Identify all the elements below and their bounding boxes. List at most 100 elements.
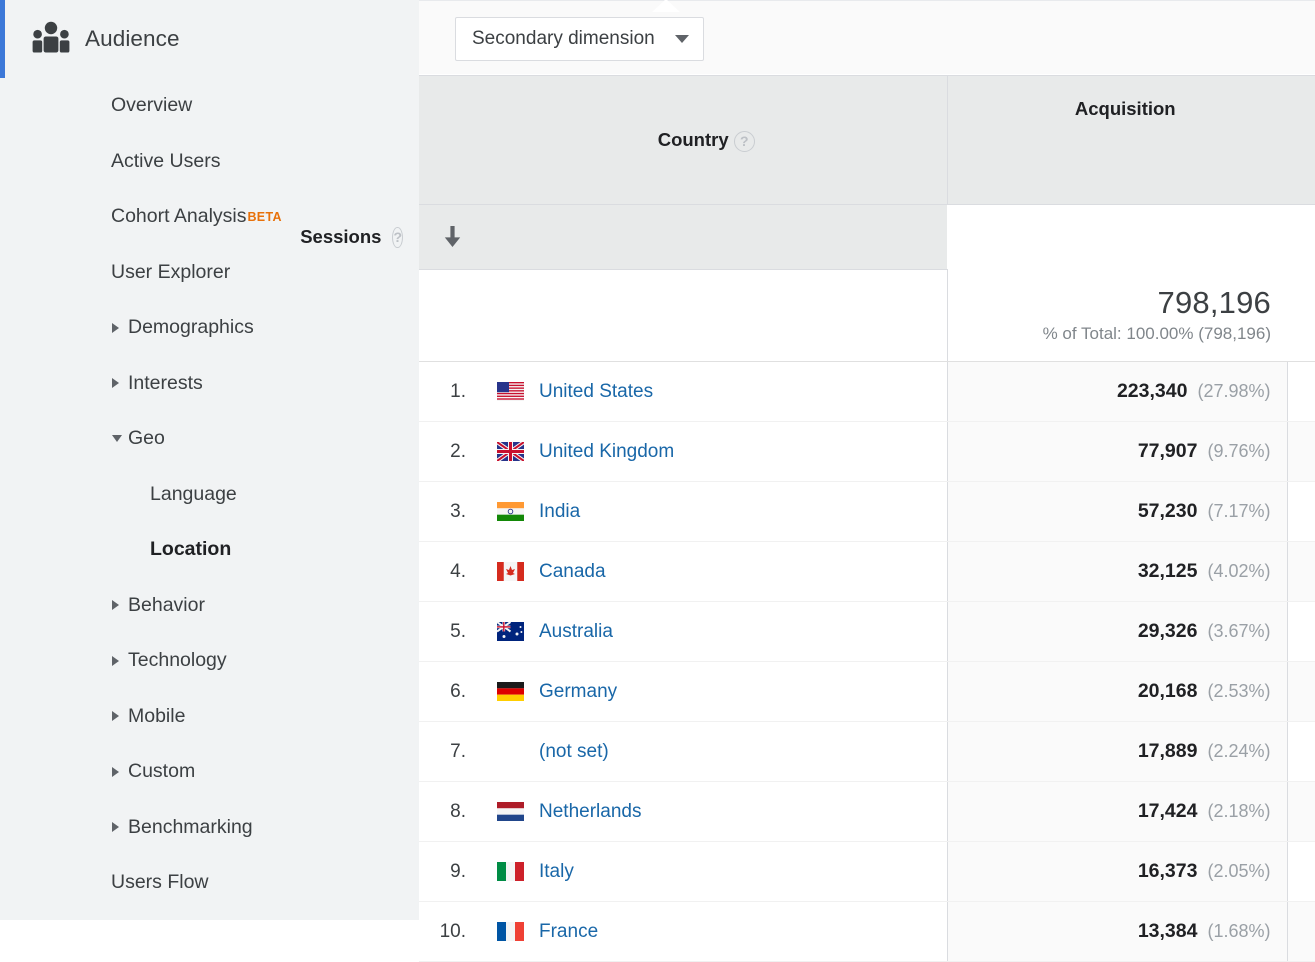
country-help-icon[interactable]: ? [734, 131, 755, 152]
country-link[interactable]: (not set) [539, 741, 609, 763]
country-link[interactable]: Germany [539, 681, 617, 703]
sessions-percent: (2.05%) [1207, 861, 1270, 881]
sessions-cell: 77,907(9.76%) [947, 422, 1287, 482]
sidebar-section-title: Audience [85, 26, 180, 52]
secondary-dimension-label: Secondary dimension [472, 28, 655, 50]
sessions-percent: (3.67%) [1207, 621, 1270, 641]
table-row[interactable]: 2.United Kingdom77,907(9.76%) [419, 422, 1315, 482]
table-totals-row: 798,196 % of Total: 100.00% (798,196) [419, 270, 1315, 362]
country-column-header[interactable]: Country ? [419, 76, 947, 205]
table-row[interactable]: 3. India 57,230(7.17%) [419, 482, 1315, 542]
country-cell: Italy [477, 842, 947, 902]
country-cell: India [477, 482, 947, 542]
overflow-cell [1287, 782, 1315, 842]
table-row[interactable]: 1.United States223,340(27.98%) [419, 362, 1315, 422]
table-row[interactable]: 10.France13,384(1.68%) [419, 902, 1315, 962]
sidebar-item-label: Technology [128, 649, 227, 672]
table-row[interactable]: 4.Canada32,125(4.02%) [419, 542, 1315, 602]
sidebar-item-label: Active Users [111, 150, 220, 173]
active-section-accent-bar [0, 0, 5, 78]
table-body: 798,196 % of Total: 100.00% (798,196) 1.… [419, 270, 1315, 962]
chevron-right-icon[interactable] [112, 711, 119, 721]
flag-us-icon [497, 382, 524, 401]
acquisition-group-header-overflow [1287, 76, 1315, 205]
country-link[interactable]: India [539, 501, 580, 523]
sidebar-item-label: Cohort Analysis [111, 205, 246, 228]
sidebar-item-overview[interactable]: Overview [0, 78, 419, 134]
beta-badge: BETA [247, 210, 281, 224]
sidebar-item-benchmarking[interactable]: Benchmarking [0, 800, 419, 856]
sessions-column-header[interactable]: Sessions ? [419, 205, 477, 270]
sidebar-item-user-explorer[interactable]: User Explorer [0, 245, 419, 301]
sessions-percent: (2.18%) [1207, 801, 1270, 821]
sidebar-item-behavior[interactable]: Behavior [0, 578, 419, 634]
sidebar-item-label: Users Flow [111, 871, 209, 894]
country-link[interactable]: United States [539, 381, 653, 403]
sessions-value: 20,168 [1138, 680, 1198, 702]
sidebar-item-location[interactable]: Location [0, 522, 419, 578]
sort-descending-arrow-icon[interactable] [444, 226, 461, 248]
chevron-right-icon[interactable] [112, 600, 119, 610]
country-link[interactable]: Italy [539, 861, 574, 883]
country-link[interactable]: Australia [539, 621, 613, 643]
sidebar-item-mobile[interactable]: Mobile [0, 689, 419, 745]
sidebar-item-label: User Explorer [111, 261, 230, 284]
flag-nl-icon [497, 802, 524, 821]
country-link[interactable]: Netherlands [539, 801, 641, 823]
overflow-cell [1287, 902, 1315, 962]
sidebar-item-active-users[interactable]: Active Users [0, 134, 419, 190]
sidebar-item-users-flow[interactable]: Users Flow [0, 855, 419, 911]
overflow-cell [1287, 482, 1315, 542]
sidebar-item-technology[interactable]: Technology [0, 633, 419, 689]
table-row[interactable]: 6.Germany20,168(2.53%) [419, 662, 1315, 722]
country-link[interactable]: United Kingdom [539, 441, 674, 463]
sidebar-item-label: Demographics [128, 316, 254, 339]
flag-fr-icon [497, 922, 524, 941]
country-cell: United States [477, 362, 947, 422]
chevron-right-icon[interactable] [112, 656, 119, 666]
country-link[interactable]: Canada [539, 561, 606, 583]
sessions-header-label: Sessions [300, 226, 381, 248]
table-row[interactable]: 9.Italy16,373(2.05%) [419, 842, 1315, 902]
row-index: 4. [419, 542, 477, 602]
sidebar-section-audience[interactable]: Audience [0, 0, 419, 78]
table-header-group-row: Country ? Acquisition [419, 76, 1315, 205]
country-cell: France [477, 902, 947, 962]
table-row[interactable]: 5.Australia29,326(3.67%) [419, 602, 1315, 662]
sidebar-item-language[interactable]: Language [0, 467, 419, 523]
flag-it-icon [497, 862, 524, 881]
row-index: 1. [419, 362, 477, 422]
acquisition-group-header: Acquisition [947, 76, 1287, 205]
chevron-right-icon[interactable] [112, 378, 119, 388]
sidebar-item-geo[interactable]: Geo [0, 411, 419, 467]
sessions-cell: 17,424(2.18%) [947, 782, 1287, 842]
country-cell: Netherlands [477, 782, 947, 842]
chevron-right-icon[interactable] [112, 767, 119, 777]
row-index: 10. [419, 902, 477, 962]
overflow-cell [1287, 542, 1315, 602]
row-index: 3. [419, 482, 477, 542]
country-link[interactable]: France [539, 921, 598, 943]
sessions-help-icon[interactable]: ? [392, 227, 403, 248]
secondary-dimension-button[interactable]: Secondary dimension [455, 17, 704, 61]
sessions-percent: (9.76%) [1207, 441, 1270, 461]
chevron-down-icon[interactable] [112, 435, 122, 442]
analytics-app: Audience Overview Active Users Cohort Anal… [0, 0, 1315, 920]
overflow-cell [1287, 362, 1315, 422]
no-flag-placeholder [497, 742, 524, 761]
sessions-value: 16,373 [1138, 860, 1198, 882]
sidebar-item-demographics[interactable]: Demographics [0, 300, 419, 356]
sessions-cell: 57,230(7.17%) [947, 482, 1287, 542]
sidebar-item-custom[interactable]: Custom [0, 744, 419, 800]
flag-au-icon [497, 622, 524, 641]
table-row[interactable]: 8.Netherlands17,424(2.18%) [419, 782, 1315, 842]
sidebar-menu-list: Overview Active Users Cohort AnalysisBETA U… [0, 78, 419, 911]
table-row[interactable]: 7.(not set)17,889(2.24%) [419, 722, 1315, 782]
flag-gb-icon [497, 442, 524, 461]
overflow-cell [1287, 842, 1315, 902]
chevron-right-icon[interactable] [112, 822, 119, 832]
sidebar-item-interests[interactable]: Interests [0, 356, 419, 412]
chevron-right-icon[interactable] [112, 323, 119, 333]
totals-sessions-value: 798,196 [948, 287, 1272, 320]
sidebar-item-label: Overview [111, 94, 192, 117]
